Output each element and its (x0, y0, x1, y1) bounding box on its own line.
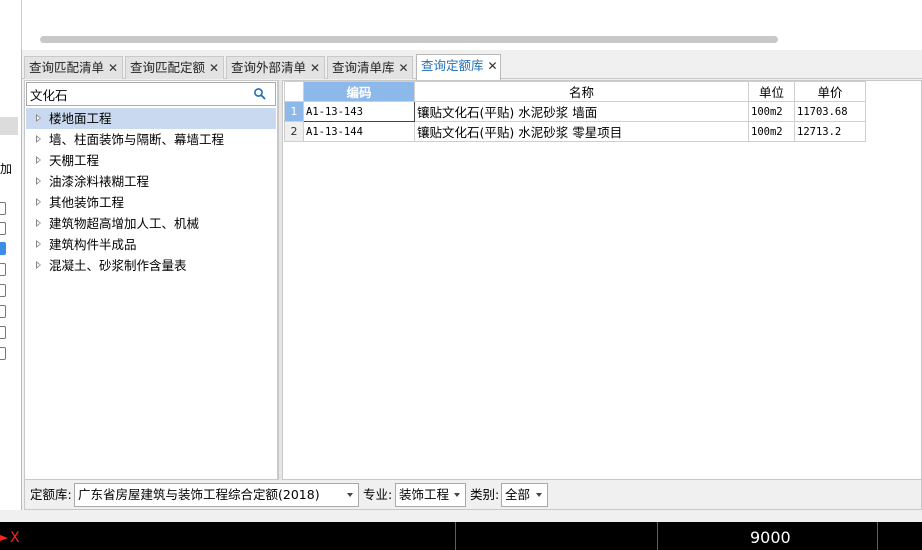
library-label: 定额库: (30, 487, 72, 502)
checkbox[interactable] (0, 222, 6, 235)
checkbox[interactable] (0, 202, 6, 215)
cell-price[interactable]: 12713.2 (794, 121, 866, 142)
checkbox[interactable] (0, 347, 6, 360)
close-icon[interactable]: ✕ (108, 61, 118, 75)
status-divider (877, 522, 878, 550)
tree-item-label: 建筑物超高增加人工、机械 (49, 216, 200, 231)
tab-label: 查询清单库 (332, 60, 395, 75)
expand-arrow-icon[interactable] (36, 114, 41, 122)
quota-table: 编码 名称 单位 单价 1 A1-13-143 镶贴文化石(平贴) 水泥砂浆 墙… (284, 81, 866, 142)
checkbox-checked[interactable] (0, 242, 6, 255)
cell-name[interactable]: 镶贴文化石(平贴) 水泥砂浆 墙面 (414, 101, 749, 122)
specialty-value: 装饰工程 (399, 487, 450, 502)
tree-item[interactable]: 建筑构件半成品 (26, 234, 276, 255)
tab-label: 查询外部清单 (231, 60, 307, 75)
search-box[interactable] (26, 82, 276, 106)
tree-item-label: 油漆涂料裱糊工程 (49, 174, 150, 189)
column-header-price[interactable]: 单价 (794, 81, 866, 102)
tab-bar: 查询匹配清单 ✕ 查询匹配定额 ✕ 查询外部清单 ✕ 查询清单库 ✕ 查询定额库 ✕ (22, 52, 922, 80)
left-panel-header (0, 117, 18, 135)
tab-label: 查询匹配清单 (29, 60, 105, 75)
expand-arrow-icon[interactable] (36, 135, 41, 143)
left-panel-column-header: 加 (0, 162, 13, 176)
chevron-down-icon (536, 493, 542, 497)
checkbox[interactable] (0, 284, 6, 297)
expand-arrow-icon[interactable] (36, 198, 41, 206)
checkbox[interactable] (0, 326, 6, 339)
top-left-strip (0, 0, 22, 50)
tree-item-label: 混凝土、砂浆制作含量表 (49, 258, 187, 273)
tree-item-label: 天棚工程 (49, 153, 100, 168)
corner-header[interactable] (284, 81, 304, 102)
status-value: 9000 (750, 528, 791, 547)
status-divider (455, 522, 456, 550)
category-label: 类别: (470, 487, 500, 502)
expand-arrow-icon[interactable] (36, 261, 41, 269)
tab-label: 查询定额库 (421, 58, 484, 73)
tab-query-quota-library[interactable]: 查询定额库 ✕ (416, 54, 501, 80)
expand-arrow-icon[interactable] (36, 156, 41, 164)
axis-arrow-icon (0, 535, 8, 541)
tab-query-match-quota[interactable]: 查询匹配定额 ✕ (125, 56, 224, 79)
tree-item-label: 墙、柱面装饰与隔断、幕墙工程 (49, 132, 225, 147)
specialty-select[interactable]: 装饰工程 (395, 483, 466, 507)
search-icon[interactable] (253, 87, 267, 101)
row-number[interactable]: 1 (284, 101, 304, 122)
row-number[interactable]: 2 (284, 121, 304, 142)
table-row[interactable]: 1 A1-13-143 镶贴文化石(平贴) 水泥砂浆 墙面 100m2 1170… (284, 101, 866, 122)
spacer (0, 510, 922, 522)
tree-item[interactable]: 混凝土、砂浆制作含量表 (26, 255, 276, 276)
column-header-name[interactable]: 名称 (414, 81, 749, 102)
tree-item[interactable]: 楼地面工程 (26, 108, 276, 129)
cell-name[interactable]: 镶贴文化石(平贴) 水泥砂浆 零星项目 (414, 121, 749, 142)
tree-item[interactable]: 墙、柱面装饰与隔断、幕墙工程 (26, 129, 276, 150)
tab-query-match-list[interactable]: 查询匹配清单 ✕ (24, 56, 123, 79)
table-row[interactable]: 2 A1-13-144 镶贴文化石(平贴) 水泥砂浆 零星项目 100m2 12… (284, 121, 866, 142)
horizontal-scrollbar[interactable] (40, 36, 778, 43)
tree-item-label: 其他装饰工程 (49, 195, 125, 210)
chevron-down-icon (347, 493, 353, 497)
checkbox[interactable] (0, 305, 6, 318)
tree-item-label: 楼地面工程 (49, 111, 112, 126)
expand-arrow-icon[interactable] (36, 219, 41, 227)
tree-item[interactable]: 其他装饰工程 (26, 192, 276, 213)
checkbox[interactable] (0, 263, 6, 276)
cell-code[interactable]: A1-13-144 (303, 121, 415, 142)
tree-item-label: 建筑构件半成品 (49, 237, 137, 252)
tree-item[interactable]: 油漆涂料裱糊工程 (26, 171, 276, 192)
tree-item[interactable]: 建筑物超高增加人工、机械 (26, 213, 276, 234)
tab-query-list-library[interactable]: 查询清单库 ✕ (327, 56, 413, 79)
table-header-row: 编码 名称 单位 单价 (284, 81, 866, 102)
category-value: 全部 (505, 487, 531, 502)
axis-label: X (10, 530, 20, 546)
search-input[interactable] (30, 85, 250, 103)
close-icon[interactable]: ✕ (399, 61, 409, 75)
close-icon[interactable]: ✕ (310, 61, 320, 75)
axis-indicator: X (0, 531, 20, 545)
cell-unit[interactable]: 100m2 (748, 121, 795, 142)
column-header-unit[interactable]: 单位 (748, 81, 795, 102)
tab-label: 查询匹配定额 (130, 60, 206, 75)
column-header-code[interactable]: 编码 (303, 81, 415, 102)
expand-arrow-icon[interactable] (36, 177, 41, 185)
cell-code[interactable]: A1-13-143 (303, 101, 415, 122)
close-icon[interactable]: ✕ (488, 59, 498, 73)
tree-item[interactable]: 天棚工程 (26, 150, 276, 171)
category-select[interactable]: 全部 (501, 483, 548, 507)
chevron-down-icon (454, 493, 460, 497)
tab-query-external-list[interactable]: 查询外部清单 ✕ (226, 56, 325, 79)
library-select[interactable]: 广东省房屋建筑与装饰工程综合定额(2018) (74, 483, 359, 507)
specialty-label: 专业: (363, 487, 393, 502)
close-icon[interactable]: ✕ (209, 61, 219, 75)
cell-price[interactable]: 11703.68 (794, 101, 866, 122)
status-divider (657, 522, 658, 550)
expand-arrow-icon[interactable] (36, 240, 41, 248)
cell-unit[interactable]: 100m2 (748, 101, 795, 122)
library-value: 广东省房屋建筑与装饰工程综合定额(2018) (78, 487, 320, 502)
